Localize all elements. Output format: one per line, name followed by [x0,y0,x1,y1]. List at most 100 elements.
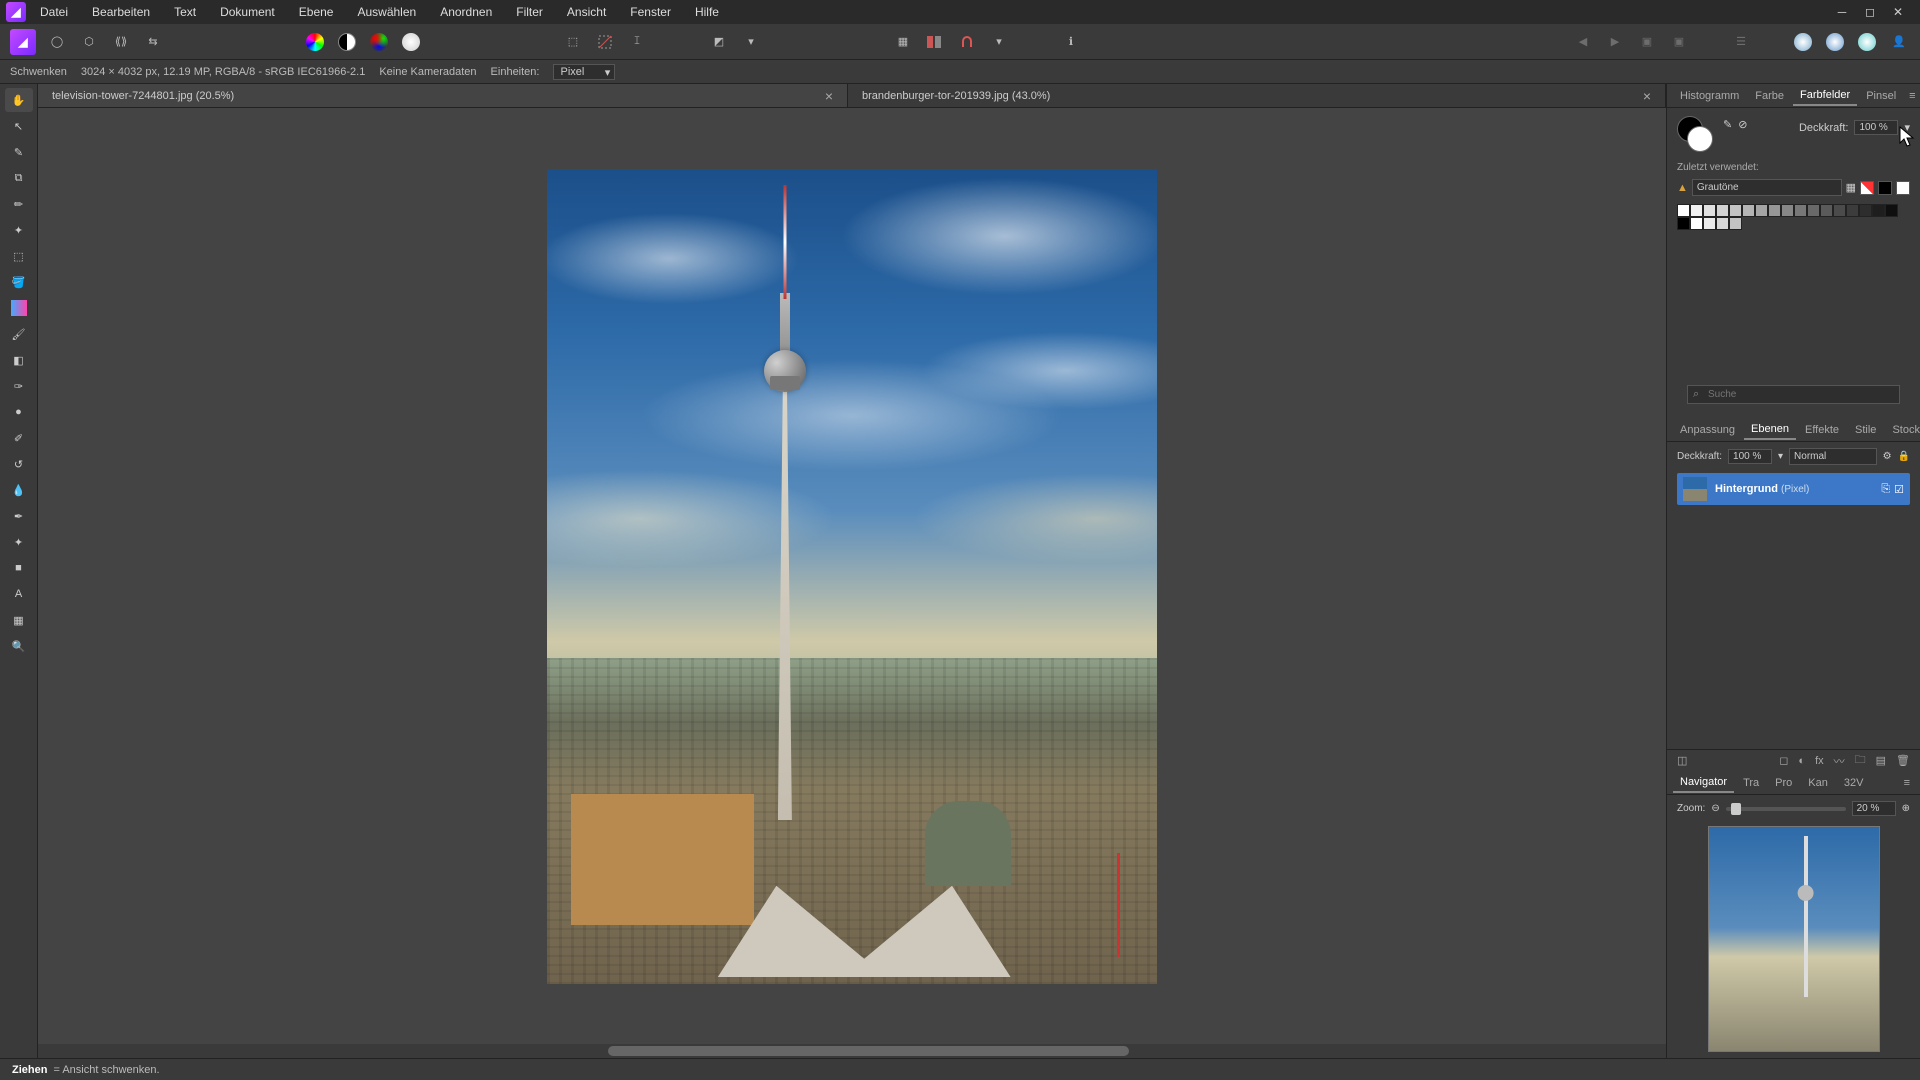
white-circle-icon[interactable] [400,31,422,53]
layer-opacity-arrow-icon[interactable]: ▾ [1778,451,1783,462]
snap-icon[interactable] [956,31,978,53]
orb-b-icon[interactable] [1824,31,1846,53]
account-icon[interactable]: 👤 [1888,31,1910,53]
tab-ebenen[interactable]: Ebenen [1744,420,1796,440]
quickmask-icon[interactable]: ◩ [708,31,730,53]
menu-anordnen[interactable]: Anordnen [430,2,502,22]
zoom-slider[interactable] [1726,807,1846,811]
close-icon[interactable]: × [825,88,833,104]
swatch-chip[interactable] [1729,204,1742,217]
swatch-chip[interactable] [1690,217,1703,230]
menu-hilfe[interactable]: Hilfe [685,2,729,22]
crop-tool[interactable]: ⧉ [5,166,33,190]
adjust-icon[interactable]: ◐ [1798,755,1805,767]
tab-navigator[interactable]: Navigator [1673,773,1734,793]
fx-icon[interactable]: fx [1815,755,1824,767]
delete-layer-icon[interactable]: 🗑 [1896,754,1910,767]
doc-tab[interactable]: television-tower-7244801.jpg (20.5%)× [38,84,848,107]
healing-tool[interactable]: ✦ [5,530,33,554]
swatch-chip[interactable] [1781,204,1794,217]
zoom-out-icon[interactable]: ⊖ [1711,803,1719,814]
wand-tool[interactable]: ✦ [5,218,33,242]
share-icon[interactable]: ⇆ [142,31,164,53]
units-select[interactable]: Pixel ▾ [553,64,615,80]
swatch-chip[interactable] [1677,204,1690,217]
cube-icon[interactable]: ⬡ [78,31,100,53]
selection-brush-tool[interactable]: ✏ [5,192,33,216]
tab-stile[interactable]: Stile [1848,421,1883,439]
tab-pinsel[interactable]: Pinsel [1859,87,1903,105]
palette-select[interactable]: Grautöne [1692,179,1842,196]
color-wheel-icon[interactable] [304,31,326,53]
swatch-chip[interactable] [1716,204,1729,217]
menu-dokument[interactable]: Dokument [210,2,285,22]
selection-off-icon[interactable] [594,31,616,53]
tab-farbe[interactable]: Farbe [1748,87,1791,105]
menu-ebene[interactable]: Ebene [289,2,344,22]
pen-tool[interactable]: ✒ [5,504,33,528]
color-swatch[interactable] [1677,116,1713,152]
swatch-chip[interactable] [1807,204,1820,217]
navigator-preview[interactable] [1708,826,1880,1052]
info-icon[interactable]: ℹ [1060,31,1082,53]
sound-icon[interactable]: ⟪⟫ [110,31,132,53]
marquee-tool[interactable]: ⬚ [5,244,33,268]
circle-tool-icon[interactable]: ◯ [46,31,68,53]
swatch-none-icon[interactable] [1860,181,1874,195]
swatch-chip[interactable] [1690,204,1703,217]
clone-tool[interactable]: ✑ [5,374,33,398]
swatch-chip[interactable] [1742,204,1755,217]
opacity-input[interactable]: 100 % [1854,120,1898,135]
minimize-button[interactable]: ─ [1832,4,1852,20]
opacity-dropdown-icon[interactable]: ▾ [1904,121,1910,134]
menu-text[interactable]: Text [164,2,206,22]
color-picker-tool[interactable]: ✎ [5,140,33,164]
swatch-chip[interactable] [1768,204,1781,217]
layer-link-icon[interactable]: ⎘ [1881,483,1890,496]
tab-pro[interactable]: Pro [1768,774,1799,792]
inpaint-tool[interactable]: ✐ [5,426,33,450]
erase-tool[interactable]: ◧ [5,348,33,372]
tab-histogramm[interactable]: Histogramm [1673,87,1746,105]
swatch-chip[interactable] [1833,204,1846,217]
layer-opacity-input[interactable]: 100 % [1728,449,1772,464]
liquify-tool[interactable]: ↺ [5,452,33,476]
swatch-white-icon[interactable] [1896,181,1910,195]
text-tool[interactable]: A [5,582,33,606]
tab-farbfelder[interactable]: Farbfelder [1793,86,1857,106]
none-swatch-icon[interactable]: ⊘ [1738,118,1747,131]
panel-menu-icon[interactable]: ≡ [1900,777,1914,789]
maximize-button[interactable]: ◻ [1860,4,1880,20]
align-icon[interactable] [924,31,946,53]
move-tool[interactable]: ↖ [5,114,33,138]
paint-brush-tool[interactable]: 🖌 [5,322,33,346]
smudge-tool[interactable]: 💧 [5,478,33,502]
palette-grid-icon[interactable]: ▦ [1846,181,1856,194]
panel-menu-icon[interactable]: ≡ [1905,90,1919,102]
doc-tab[interactable]: brandenburger-tor-201939.jpg (43.0%)× [848,84,1666,107]
orb-c-icon[interactable] [1856,31,1878,53]
swatch-chip[interactable] [1885,204,1898,217]
menu-auswählen[interactable]: Auswählen [347,2,426,22]
swatch-chip[interactable] [1794,204,1807,217]
tab-anpassung[interactable]: Anpassung [1673,421,1742,439]
swatch-chip[interactable] [1703,204,1716,217]
menu-ansicht[interactable]: Ansicht [557,2,616,22]
layer-lock-icon[interactable]: 🔒 [1898,451,1910,462]
snap-dropdown-icon[interactable]: ▾ [988,31,1010,53]
mesh-tool[interactable]: ▦ [5,608,33,632]
eyedropper-icon[interactable]: ✎ [1723,118,1732,131]
rgb-circle-icon[interactable] [368,31,390,53]
tab-effekte[interactable]: Effekte [1798,421,1846,439]
close-icon[interactable]: × [1643,88,1651,104]
persona-icon[interactable]: ◢ [10,29,36,55]
close-button[interactable]: ✕ [1888,4,1908,20]
search-input[interactable] [1687,385,1900,404]
curves-icon[interactable]: 〰 [1834,753,1845,769]
orb-a-icon[interactable] [1792,31,1814,53]
mask-icon[interactable]: ◻ [1779,754,1788,767]
add-layer-icon[interactable]: ▤ [1876,754,1886,767]
swatch-chip[interactable] [1677,217,1690,230]
layer-blend-icon[interactable]: ◫ [1677,754,1687,767]
bw-circle-icon[interactable] [336,31,358,53]
